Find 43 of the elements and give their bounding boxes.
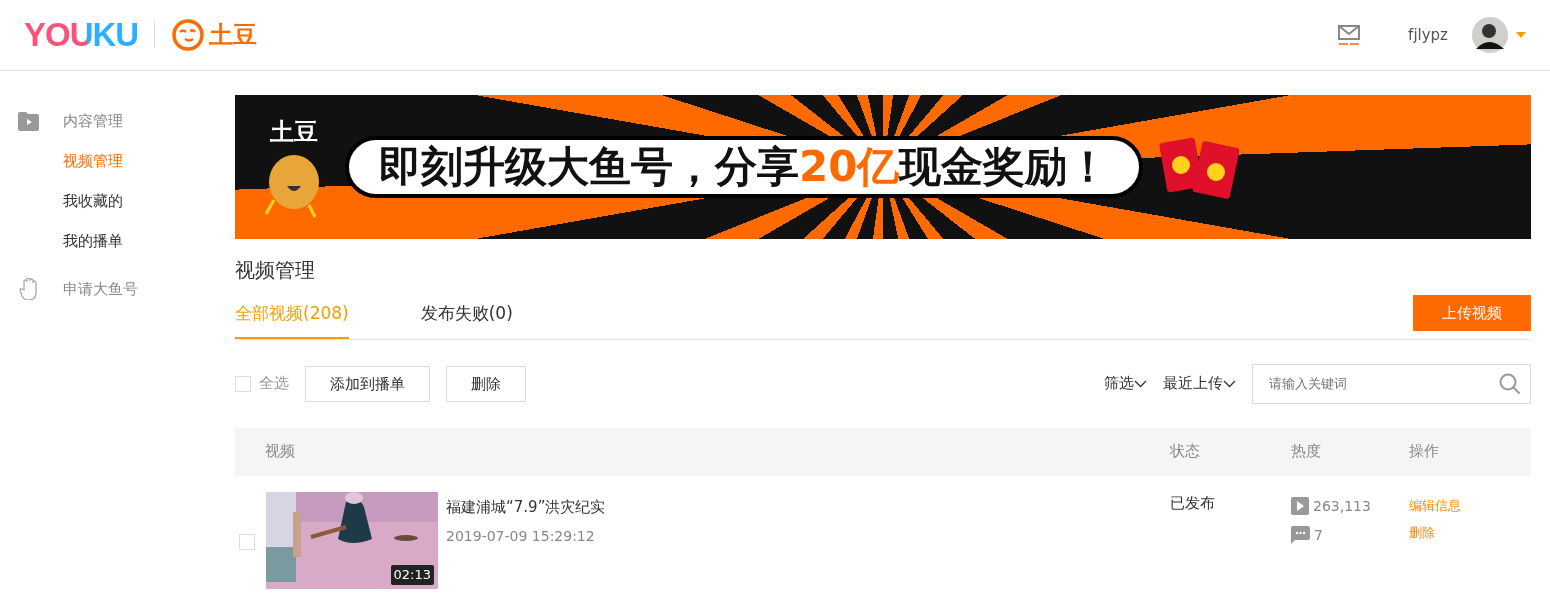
sidebar-item[interactable]: 我的播单 xyxy=(18,221,235,261)
hand-icon xyxy=(18,278,39,300)
mail-icon[interactable] xyxy=(1338,25,1361,45)
sidebar-item[interactable]: 我收藏的 xyxy=(18,181,235,221)
select-all-label[interactable]: 全选 xyxy=(259,372,289,395)
username[interactable]: fjlypz xyxy=(1408,23,1448,47)
action-link[interactable]: 编辑信息 xyxy=(1409,495,1461,515)
search-icon[interactable] xyxy=(1499,372,1521,395)
play-count: 263,113 xyxy=(1313,496,1371,516)
upload-button[interactable]: 上传视频 xyxy=(1413,294,1531,331)
toolbar-button[interactable]: 添加到播单 xyxy=(305,365,430,402)
toolbar-button[interactable]: 删除 xyxy=(446,365,526,402)
column-header: 状态 xyxy=(1170,441,1201,463)
checkbox[interactable] xyxy=(239,533,255,550)
chevron-icon xyxy=(1134,379,1147,388)
upload-date: 2019-07-09 15:29:12 xyxy=(446,527,596,546)
sidebar-item[interactable]: 视频管理 xyxy=(18,141,235,181)
tab[interactable]: 全部视频(208) xyxy=(235,293,349,339)
banner-headline: 即刻升级大鱼号，分享20亿现金奖励！ xyxy=(345,135,1144,199)
page-title: 视频管理 xyxy=(235,257,316,284)
sidebar-section[interactable]: 申请大鱼号 xyxy=(63,277,138,301)
search-field[interactable]: 请输入关键词 xyxy=(1252,363,1531,404)
tudou-logo[interactable]: 土豆 xyxy=(171,17,258,53)
folder-icon xyxy=(18,111,39,131)
action-link[interactable]: 删除 xyxy=(1409,523,1461,543)
avatar[interactable] xyxy=(1472,17,1508,53)
banner-logo: 土豆 xyxy=(270,117,318,148)
filter-dropdown[interactable]: 最近上传 xyxy=(1163,372,1236,395)
play-icon xyxy=(1291,497,1309,515)
video-title[interactable]: 福建浦城“7.9”洪灾纪实 xyxy=(446,495,606,518)
chevron-icon xyxy=(1223,379,1236,388)
duration: 02:13 xyxy=(390,565,434,585)
comment-icon xyxy=(1291,526,1310,544)
checkbox[interactable] xyxy=(235,375,251,392)
comment-count: 7 xyxy=(1314,525,1323,545)
tab[interactable]: 发布失败(0) xyxy=(420,293,513,339)
status-text: 已发布 xyxy=(1170,493,1215,512)
sidebar-section[interactable]: 内容管理 xyxy=(63,109,123,133)
column-header: 操作 xyxy=(1409,441,1439,463)
column-header: 视频 xyxy=(264,441,296,463)
filter-dropdown[interactable]: 筛选 xyxy=(1104,372,1147,395)
caret-icon[interactable] xyxy=(1516,32,1526,38)
column-header: 热度 xyxy=(1291,441,1322,463)
